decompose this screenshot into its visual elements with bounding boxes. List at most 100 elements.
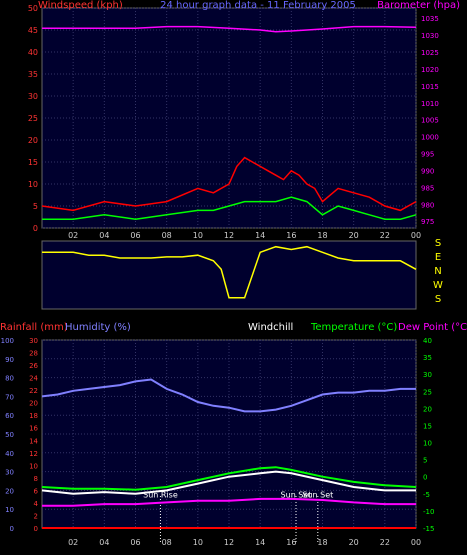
panel1-left-tick: 45 [28, 26, 38, 35]
panel3-rain-tick: 22 [29, 387, 38, 395]
panel3-rain-tick: 0 [34, 525, 38, 533]
panel3-temperature-label: Temperature (°C) [310, 322, 397, 333]
panel1-right-tick: 1000 [421, 134, 439, 142]
panel3-temp-tick: 15 [423, 422, 432, 430]
panel1-left-axis-label: Windspeed (kph) [38, 0, 123, 11]
panel3-humidity-tick: 30 [5, 469, 14, 477]
panel1-x-tick: 16 [286, 231, 296, 240]
panel3-x-tick: 00 [411, 538, 421, 547]
panel3-rain-tick: 6 [34, 487, 39, 495]
panel1-right-tick: 1015 [421, 83, 439, 91]
panel1-left-tick: 50 [28, 4, 38, 13]
panel3-humidity-tick: 100 [1, 337, 14, 345]
panel1-x-tick: 00 [411, 231, 421, 240]
panel1-right-tick: 1030 [421, 32, 439, 40]
panel3-rain-tick: 16 [29, 425, 38, 433]
panel2-compass-label: E [435, 252, 441, 263]
panel3-humidity-tick: 0 [10, 525, 14, 533]
panel1-x-tick: 06 [130, 231, 140, 240]
panel3-rain-tick: 10 [29, 462, 38, 470]
panel1-title: 24 hour graph data - 11 February 2005 [160, 0, 356, 11]
panel1-right-tick: 975 [421, 218, 434, 226]
panel3-x-tick: 22 [380, 538, 390, 547]
panel3-temp-tick: -15 [423, 525, 434, 533]
panel2-compass-label: W [433, 280, 443, 291]
panel2-compass-label: S [435, 294, 441, 305]
panel2-compass-label: N [434, 266, 441, 277]
panel3-rain-tick: 8 [34, 475, 38, 483]
panel3-rain-tick: 2 [34, 512, 38, 520]
panel3-rain-tick: 4 [34, 500, 39, 508]
panel3-temp-tick: -10 [423, 508, 434, 516]
panel3-temp-tick: 0 [423, 474, 427, 482]
panel1-right-tick: 1005 [421, 117, 439, 125]
panel1-x-tick: 08 [162, 231, 172, 240]
panel1-left-tick: 35 [28, 70, 38, 79]
panel3-temp-tick: 40 [423, 337, 432, 345]
panel1-right-tick: 995 [421, 151, 434, 159]
panel2-compass-label: S [435, 238, 441, 249]
panel1-left-tick: 25 [28, 114, 38, 123]
panel3-x-tick: 06 [130, 538, 140, 547]
panel1-left-tick: 10 [28, 180, 38, 189]
panel1-right-tick: 1010 [421, 100, 439, 108]
panel3-x-tick: 02 [68, 538, 78, 547]
panel1-right-tick: 990 [421, 167, 434, 175]
panel1-x-tick: 18 [317, 231, 327, 240]
panel3-x-tick: 20 [349, 538, 359, 547]
panel1-right-tick: 1035 [421, 15, 439, 23]
panel3-rain-tick: 12 [29, 450, 38, 458]
panel3-humidity-tick: 10 [5, 506, 14, 514]
panel3-rain-tick: 14 [29, 437, 38, 445]
panel1-x-tick: 02 [68, 231, 78, 240]
panel1-left-tick: 40 [28, 48, 38, 57]
panel3-rain-tick: 26 [29, 362, 38, 370]
panel3-rain-tick: 18 [29, 412, 38, 420]
panel3-x-tick: 10 [193, 538, 203, 547]
panel3-humidity-tick: 90 [5, 356, 14, 364]
panel1-x-tick: 20 [349, 231, 359, 240]
panel3-temp-tick: 5 [423, 457, 427, 465]
panel1-x-tick: 04 [99, 231, 109, 240]
panel3-temp-tick: 25 [423, 388, 432, 396]
panel1-x-tick: 10 [193, 231, 203, 240]
panel3-x-tick: 16 [286, 538, 296, 547]
panel1-right-tick: 980 [421, 201, 434, 209]
panel3-x-tick: 04 [99, 538, 109, 547]
panel3-dewpoint-label: Dew Point (°C) [398, 322, 467, 333]
panel3-humidity-tick: 70 [5, 393, 14, 401]
panel3-humidity-tick: 80 [5, 375, 14, 383]
panel3-temp-tick: 35 [423, 354, 432, 362]
panel1-right-tick: 985 [421, 184, 434, 192]
panel1-left-tick: 15 [28, 158, 38, 167]
panel1-x-tick: 22 [380, 231, 390, 240]
panel3-temp-tick: 30 [423, 371, 432, 379]
panel3-humidity-tick: 50 [5, 431, 14, 439]
panel3-rain-tick: 30 [29, 337, 38, 345]
panel1-left-tick: 0 [33, 224, 38, 233]
panel3-humidity-tick: 40 [5, 450, 14, 458]
panel1-x-tick: 12 [224, 231, 234, 240]
panel1-right-tick: 1020 [421, 66, 439, 74]
panel3-windchill-label: Windchill [248, 322, 293, 333]
panel1-x-tick: 14 [255, 231, 265, 240]
panel3-rain-tick: 20 [29, 400, 38, 408]
panel3-rain-tick: 28 [29, 350, 38, 358]
panel2-plot-area [41, 240, 417, 310]
panel1-left-tick: 30 [28, 92, 38, 101]
weather-chart: 0510152025303540455097598098599099510001… [0, 0, 467, 547]
panel3-humidity-tick: 60 [5, 412, 14, 420]
panel3-temp-tick: -5 [423, 491, 430, 499]
panel3-humidity-label: Humidity (%) [65, 322, 131, 333]
panel3-x-tick: 18 [317, 538, 327, 547]
panel3-x-tick: 14 [255, 538, 265, 547]
panel1-left-tick: 5 [33, 202, 38, 211]
panel1-right-tick: 1025 [421, 49, 439, 57]
panel3-x-tick: 12 [224, 538, 234, 547]
panel1-right-axis-label: Barometer (hpa) [377, 0, 460, 11]
panel3-temp-tick: 20 [423, 405, 432, 413]
panel3-rainfall-label: Rainfall (mm) [0, 322, 68, 333]
panel3-x-tick: 08 [162, 538, 172, 547]
panel1-left-tick: 20 [28, 136, 38, 145]
panel3-humidity-tick: 20 [5, 487, 14, 495]
